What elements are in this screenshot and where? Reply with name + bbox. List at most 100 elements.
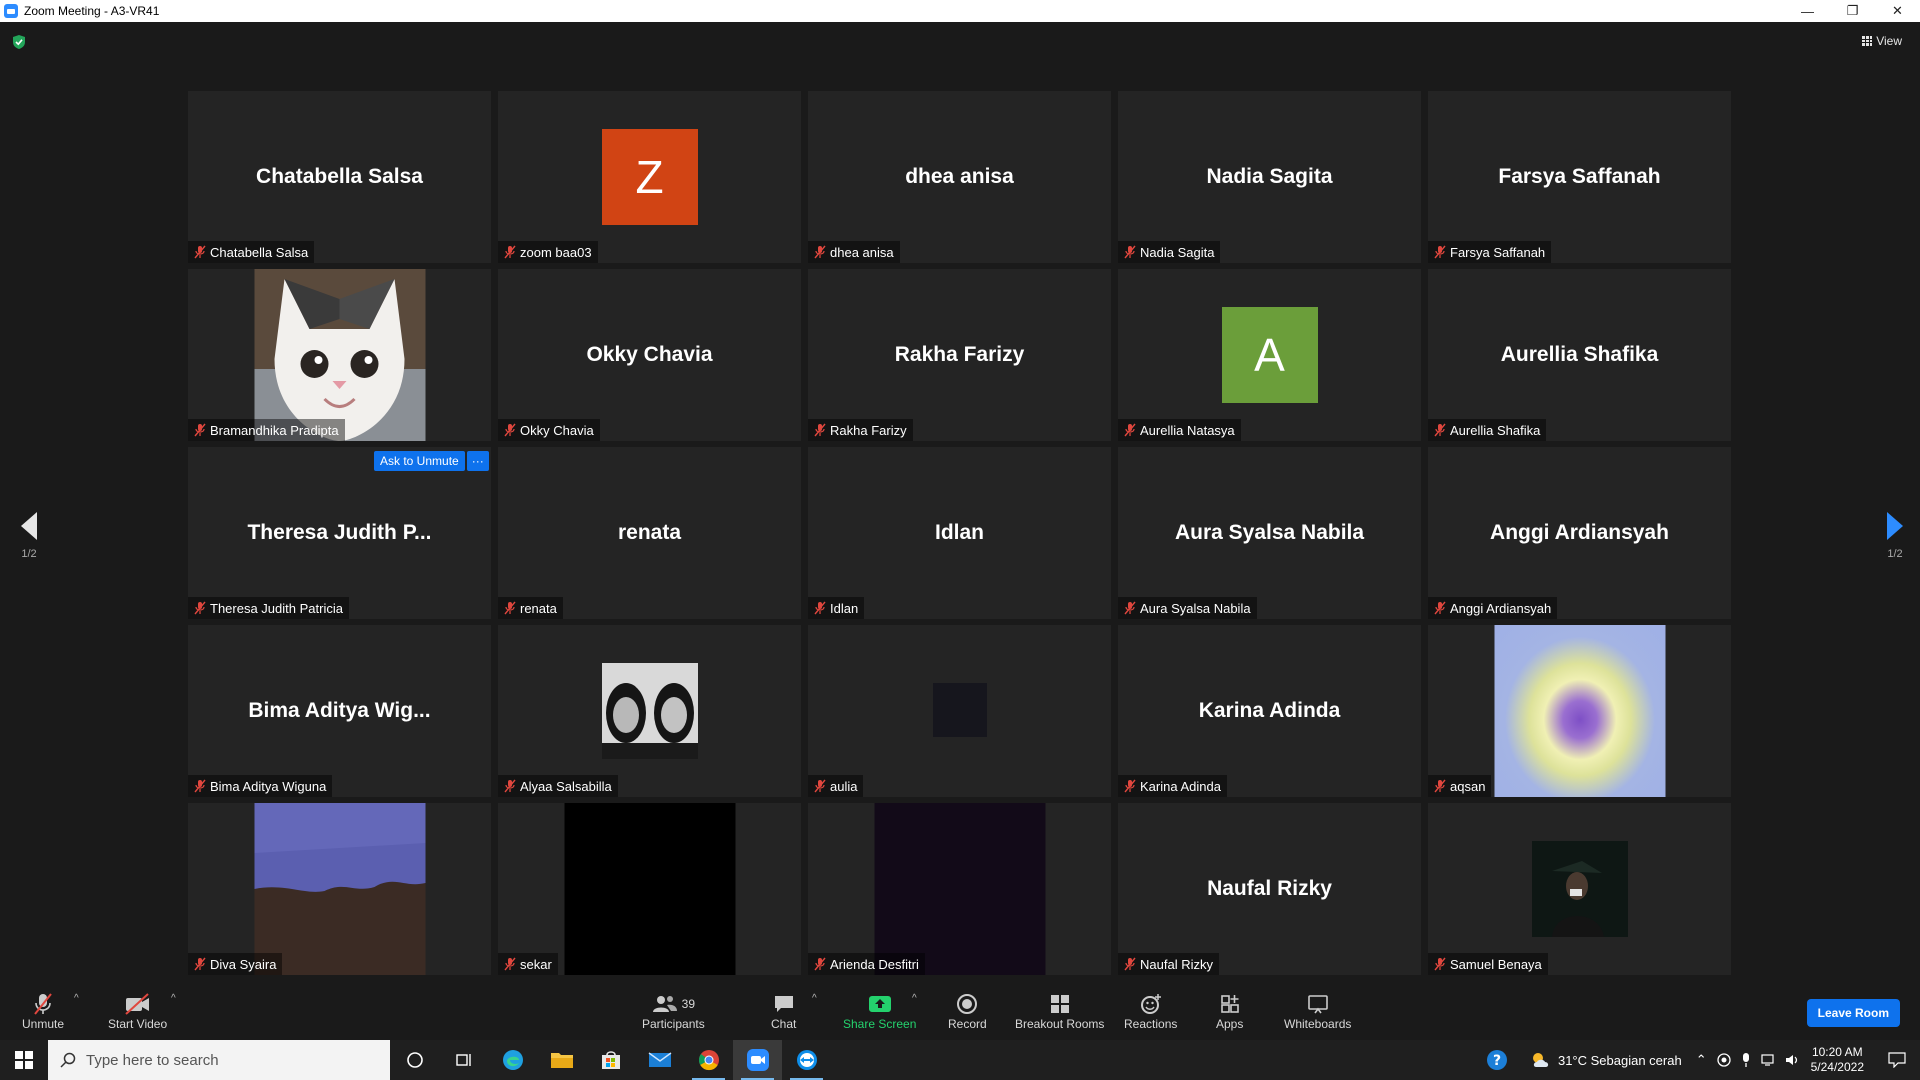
participant-tile[interactable]: Chatabella Salsa Chatabella Salsa	[188, 91, 491, 263]
muted-mic-icon	[814, 245, 826, 259]
taskbar-search-box[interactable]: Type here to search	[48, 1040, 390, 1080]
minimize-button[interactable]: —	[1785, 0, 1830, 22]
previous-arrow-icon[interactable]	[21, 512, 37, 540]
share-options-caret[interactable]: ^	[912, 993, 917, 1004]
store-taskbar-item[interactable]	[586, 1040, 635, 1080]
participant-name-label: aulia	[830, 778, 858, 794]
participant-tile[interactable]: sekar	[498, 803, 801, 975]
teamviewer-taskbar-item[interactable]	[782, 1040, 831, 1080]
participant-name-label: Bima Aditya Wiguna	[210, 778, 327, 794]
participant-tile[interactable]: Karina Adinda Karina Adinda	[1118, 625, 1421, 797]
restore-button[interactable]: ❐	[1830, 0, 1875, 22]
next-page[interactable]: 1/2	[1880, 512, 1910, 560]
meeting-area: View 1/2 1/2 Chatabella Salsa Chatabella …	[0, 22, 1920, 977]
participant-tile[interactable]: A Aurellia Natasya	[1118, 269, 1421, 441]
participant-tile[interactable]: Arienda Desfitri	[808, 803, 1111, 975]
leave-room-button[interactable]: Leave Room	[1806, 999, 1900, 1027]
breakout-rooms-button[interactable]: Breakout Rooms	[1015, 991, 1104, 1031]
mail-icon	[648, 1052, 671, 1067]
muted-mic-icon	[1124, 957, 1136, 971]
participant-name-label: Aurellia Shafika	[1450, 422, 1541, 438]
participant-tile[interactable]: Farsya Saffanah Farsya Saffanah	[1428, 91, 1731, 263]
participant-tile[interactable]: dhea anisa dhea anisa	[808, 91, 1111, 263]
network-status-icon[interactable]	[1716, 1053, 1731, 1067]
reactions-button[interactable]: Reactions	[1124, 991, 1177, 1031]
participant-tile[interactable]: Aurellia Shafika Aurellia Shafika	[1428, 269, 1731, 441]
muted-mic-icon	[32, 991, 54, 1017]
participant-tile[interactable]: Rakha Farizy Rakha Farizy	[808, 269, 1111, 441]
participant-name-label: Naufal Rizky	[1140, 956, 1213, 972]
participant-tile[interactable]: Bramandhika Pradipta	[188, 269, 491, 441]
participants-button[interactable]: 39 Participants	[642, 991, 705, 1031]
chrome-taskbar-item[interactable]	[684, 1040, 733, 1080]
close-button[interactable]: ✕	[1875, 0, 1920, 22]
video-options-caret[interactable]: ^	[171, 993, 176, 1004]
prev-page[interactable]: 1/2	[14, 512, 44, 560]
weather-widget[interactable]: 31°C Sebagian cerah	[1530, 1051, 1682, 1069]
edge-taskbar-item[interactable]	[488, 1040, 537, 1080]
participant-tile[interactable]: Nadia Sagita Nadia Sagita	[1118, 91, 1421, 263]
participant-tile[interactable]: Samuel Benaya	[1428, 803, 1731, 975]
unmute-button[interactable]: Unmute	[22, 991, 64, 1031]
audio-options-caret[interactable]: ^	[74, 993, 79, 1004]
show-hidden-icons-chevron-icon[interactable]: ⌃	[1696, 1052, 1707, 1068]
notifications-button[interactable]	[1874, 1052, 1920, 1068]
start-video-button[interactable]: Start Video	[108, 991, 167, 1031]
cortana-button[interactable]	[390, 1040, 439, 1080]
participant-name-bar: Arienda Desfitri	[808, 953, 925, 975]
participant-tile[interactable]: Zzoom baa03	[498, 91, 801, 263]
ask-unmute-overlay: Ask to Unmute ···	[374, 451, 489, 471]
view-button[interactable]: View	[1862, 34, 1902, 48]
participant-name-label: aqsan	[1450, 778, 1486, 794]
next-arrow-icon[interactable]	[1887, 512, 1903, 540]
mail-taskbar-item[interactable]	[635, 1040, 684, 1080]
participant-tile[interactable]: Idlan Idlan	[808, 447, 1111, 619]
ask-to-unmute-button[interactable]: Ask to Unmute	[374, 451, 465, 471]
participant-display-name: Anggi Ardiansyah	[1490, 521, 1669, 544]
participant-tile[interactable]: Anggi Ardiansyah Anggi Ardiansyah	[1428, 447, 1731, 619]
participant-name-bar: aqsan	[1428, 775, 1492, 797]
participants-icon	[652, 996, 677, 1012]
participant-tile[interactable]: aulia	[808, 625, 1111, 797]
encryption-shield-icon[interactable]	[12, 34, 26, 50]
participant-tile[interactable]: Bima Aditya Wig... Bima Aditya Wiguna	[188, 625, 491, 797]
participant-video	[601, 663, 698, 759]
muted-mic-icon	[814, 957, 826, 971]
muted-mic-icon	[1434, 423, 1446, 437]
clock-date: 5/24/2022	[1810, 1060, 1864, 1074]
participant-tile[interactable]: Alyaa Salsabilla	[498, 625, 801, 797]
search-placeholder: Type here to search	[86, 1051, 219, 1069]
wifi-icon[interactable]	[1761, 1053, 1777, 1067]
participant-display-name: Nadia Sagita	[1206, 165, 1333, 188]
zoom-taskbar-item[interactable]	[733, 1040, 782, 1080]
participant-tile[interactable]: aqsan	[1428, 625, 1731, 797]
search-icon	[60, 1052, 76, 1068]
share-screen-button[interactable]: Share Screen	[843, 991, 916, 1031]
microphone-icon[interactable]	[1741, 1052, 1751, 1068]
start-button[interactable]	[0, 1040, 48, 1080]
record-button[interactable]: Record	[948, 991, 987, 1031]
more-options-button[interactable]: ···	[466, 451, 489, 471]
participant-tile[interactable]: Okky Chavia Okky Chavia	[498, 269, 801, 441]
whiteboards-button[interactable]: Whiteboards	[1284, 991, 1351, 1031]
participant-name-bar: Nadia Sagita	[1118, 241, 1221, 263]
chat-options-caret[interactable]: ^	[812, 993, 817, 1004]
chat-button[interactable]: Chat	[771, 991, 796, 1031]
participant-tile[interactable]: Diva Syaira	[188, 803, 491, 975]
breakout-rooms-icon	[1049, 991, 1071, 1017]
participant-display-name: renata	[617, 521, 682, 544]
participant-tile[interactable]: Naufal Rizky Naufal Rizky	[1118, 803, 1421, 975]
clock[interactable]: 10:20 AM 5/24/2022	[1811, 1045, 1864, 1075]
participant-tile[interactable]: Aura Syalsa Nabila Aura Syalsa Nabila	[1118, 447, 1421, 619]
muted-mic-icon	[194, 957, 206, 971]
help-tray-item[interactable]: ?	[1474, 1049, 1520, 1071]
speaker-icon[interactable]	[1785, 1053, 1801, 1067]
task-view-button[interactable]	[439, 1040, 488, 1080]
participant-tile[interactable]: Theresa Judith P... Theresa Judith Patric…	[188, 447, 491, 619]
zoom-app-icon	[4, 4, 18, 18]
apps-button[interactable]: Apps	[1216, 991, 1243, 1031]
participant-display-name: Karina Adinda	[1198, 699, 1341, 722]
participant-tile[interactable]: renata renata	[498, 447, 801, 619]
participant-display-name: Okky Chavia	[586, 343, 713, 366]
file-explorer-taskbar-item[interactable]	[537, 1040, 586, 1080]
